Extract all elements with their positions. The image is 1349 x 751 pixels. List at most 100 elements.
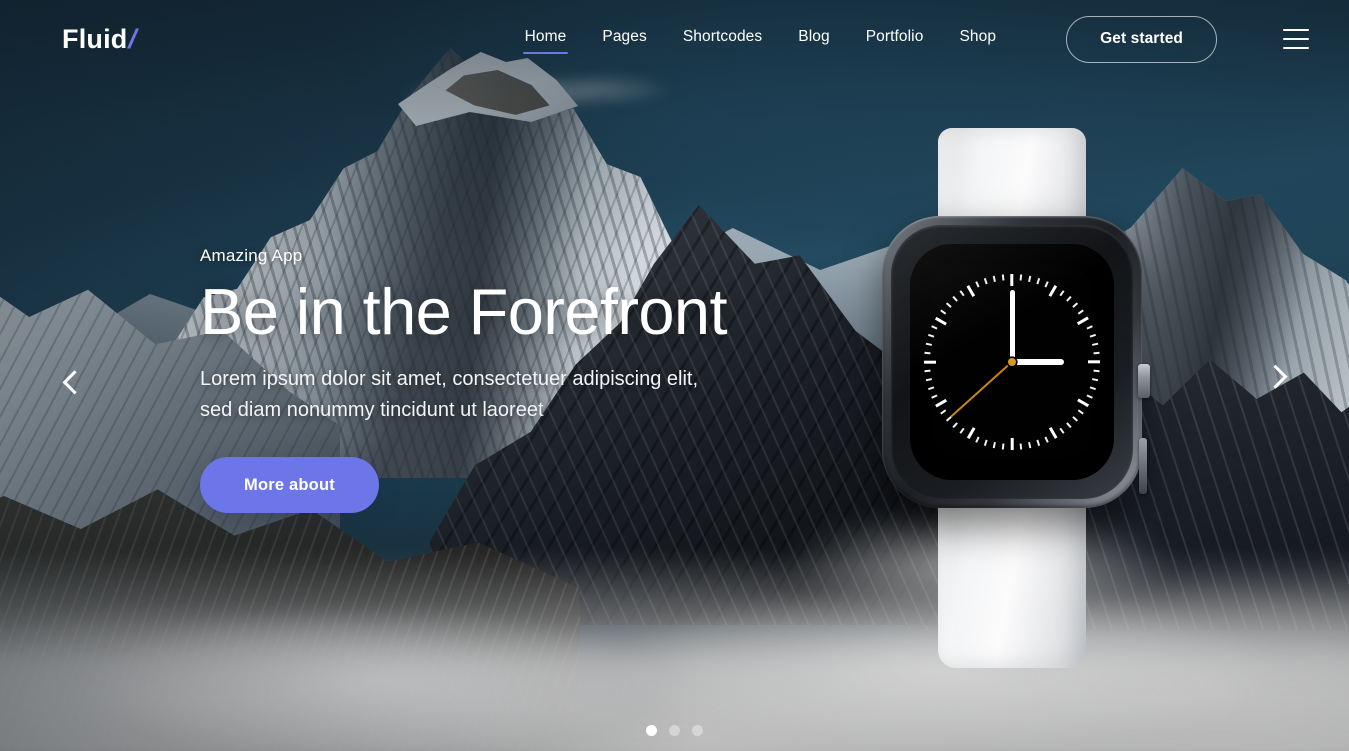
clock-tick-16: [1093, 369, 1100, 373]
clock-tick-1: [1019, 274, 1023, 281]
clock-tick-0: [1010, 274, 1014, 286]
clock-tick-34: [975, 436, 980, 443]
clock-tick-6: [1059, 290, 1065, 297]
clock-tick-41: [931, 394, 938, 399]
clock-tick-10: [1076, 316, 1090, 326]
brand-logo[interactable]: Fluid /: [62, 23, 142, 54]
clock-tick-5: [1048, 284, 1058, 298]
clock-tick-8: [1072, 302, 1079, 308]
clock-tick-47: [925, 342, 932, 346]
watch-case: [882, 216, 1150, 508]
clock-tick-28: [1028, 442, 1032, 449]
clock-tick-25: [1048, 426, 1058, 440]
clock-tick-18: [1089, 386, 1097, 391]
main-navigation: Home Pages Shortcodes Blog Portfolio Sho…: [522, 15, 1309, 63]
hero-eyebrow: Amazing App: [200, 246, 303, 265]
clock-tick-32: [992, 442, 996, 449]
carousel-dot-1[interactable]: [646, 725, 657, 736]
site-header: Fluid / Home Pages Shortcodes Blog Portfo…: [0, 0, 1349, 78]
clock-tick-57: [983, 277, 988, 285]
watch-case-bezel: [891, 225, 1133, 499]
watch-crown[interactable]: [1138, 364, 1150, 398]
clock-tick-52: [945, 302, 952, 308]
clock-tick-53: [952, 295, 958, 302]
watch-side-button[interactable]: [1139, 438, 1147, 494]
clock-tick-46: [924, 351, 931, 355]
clock-tick-15: [1088, 360, 1100, 364]
more-about-button[interactable]: More about: [200, 457, 379, 514]
clock-tick-42: [927, 386, 935, 391]
clock-tick-44: [924, 369, 931, 373]
clock-minute-hand: [1009, 290, 1015, 362]
hero-headline: Be in the Forefront: [200, 275, 728, 348]
hero-subheadline: Lorem ipsum dolor sit amet, consectetuer…: [200, 368, 699, 421]
carousel-next-arrow[interactable]: [1253, 357, 1297, 401]
clock-tick-45: [924, 360, 936, 364]
watch-screen: [910, 244, 1114, 480]
clock-tick-56: [975, 281, 980, 288]
clock-tick-49: [931, 325, 938, 330]
clock-tick-4: [1044, 281, 1049, 288]
nav-item-blog[interactable]: Blog: [796, 22, 831, 56]
hamburger-icon[interactable]: [1283, 29, 1309, 49]
clock-tick-19: [1086, 394, 1093, 399]
brand-name: Fluid: [62, 23, 128, 54]
clock-tick-40: [934, 398, 948, 408]
carousel-dots: [0, 725, 1349, 736]
clock-tick-54: [959, 290, 965, 297]
clock-tick-21: [1077, 409, 1084, 415]
hamburger-line-1: [1283, 29, 1309, 32]
clock-tick-12: [1089, 333, 1097, 338]
clock-tick-30: [1010, 438, 1014, 450]
clock-tick-51: [940, 309, 947, 315]
clock-tick-37: [952, 422, 958, 429]
clock-tick-29: [1019, 443, 1023, 450]
clock-tick-48: [927, 333, 935, 338]
clock-tick-13: [1092, 342, 1099, 346]
clock-tick-7: [1066, 295, 1072, 302]
carousel-prev-arrow[interactable]: [52, 357, 96, 401]
clock-tick-20: [1076, 398, 1090, 408]
clock-tick-26: [1044, 436, 1049, 443]
clock-hour-hand: [1012, 359, 1064, 365]
clock-tick-58: [992, 275, 996, 282]
chevron-right-icon: [1262, 364, 1288, 389]
hero-content: Amazing App Be in the Forefront Lorem ip…: [200, 246, 840, 514]
nav-item-home[interactable]: Home: [522, 22, 569, 56]
hamburger-line-3: [1283, 46, 1309, 49]
clock-tick-17: [1092, 378, 1099, 382]
brand-slash-icon: /: [125, 23, 142, 54]
chevron-left-icon: [61, 369, 87, 394]
clock-tick-59: [1001, 274, 1005, 281]
clock-tick-35: [966, 426, 976, 440]
clock-tick-55: [966, 284, 976, 298]
clock-tick-27: [1036, 439, 1041, 447]
clock-tick-50: [934, 316, 948, 326]
nav-item-portfolio[interactable]: Portfolio: [864, 22, 926, 56]
hero-slider-page: Fluid / Home Pages Shortcodes Blog Portfo…: [0, 0, 1349, 751]
clock-tick-43: [925, 378, 932, 382]
clock-second-hand: [950, 361, 1013, 418]
smartwatch-product: [876, 128, 1150, 668]
clock-tick-39: [940, 409, 947, 415]
clock-center-hub: [1008, 358, 1016, 366]
clock-tick-24: [1059, 427, 1065, 434]
clock-tick-2: [1028, 275, 1032, 282]
hamburger-line-2: [1283, 37, 1309, 41]
get-started-button[interactable]: Get started: [1066, 15, 1217, 63]
clock-tick-11: [1086, 325, 1093, 330]
carousel-dot-3[interactable]: [692, 725, 703, 736]
nav-item-shop[interactable]: Shop: [957, 22, 998, 56]
nav-item-shortcodes[interactable]: Shortcodes: [681, 22, 764, 56]
clock-tick-33: [983, 439, 988, 447]
watch-clock-face: [910, 244, 1114, 480]
clock-tick-9: [1077, 309, 1084, 315]
clock-tick-3: [1036, 277, 1041, 285]
nav-item-pages[interactable]: Pages: [600, 22, 648, 56]
clock-tick-31: [1001, 443, 1005, 450]
clock-tick-14: [1093, 351, 1100, 355]
clock-tick-22: [1072, 416, 1079, 422]
clock-tick-36: [959, 427, 965, 434]
clock-tick-23: [1066, 422, 1072, 429]
carousel-dot-2[interactable]: [669, 725, 680, 736]
